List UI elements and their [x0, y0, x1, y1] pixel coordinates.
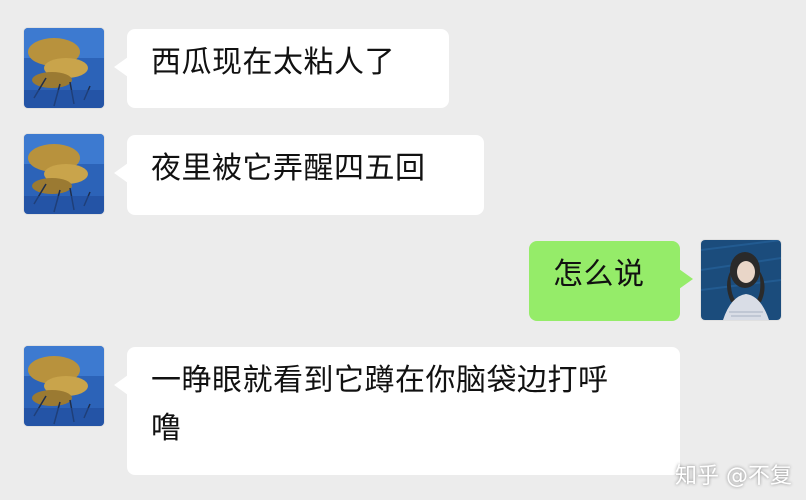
contact-avatar[interactable]: [24, 346, 104, 426]
lake-landscape-icon: [24, 134, 104, 214]
message-bubble-incoming[interactable]: 夜里被它弄醒四五回: [114, 135, 484, 215]
message-bubble-incoming[interactable]: 西瓜现在太粘人了: [114, 29, 449, 108]
watermark: 知乎 @不复: [675, 464, 792, 489]
chat-window: 西瓜现在太粘人了 夜里被它弄醒四五回 怎么说 一睁眼就看到它蹲在你脑袋边打呼 噜…: [0, 0, 806, 500]
contact-avatar[interactable]: [24, 134, 104, 214]
my-avatar[interactable]: [701, 240, 781, 320]
contact-avatar[interactable]: [24, 28, 104, 108]
lake-landscape-icon: [24, 346, 104, 426]
lake-landscape-icon: [24, 28, 104, 108]
message-bubble-incoming[interactable]: 一睁眼就看到它蹲在你脑袋边打呼 噜: [114, 347, 680, 475]
message-bubble-outgoing[interactable]: 怎么说: [529, 241, 693, 321]
girl-portrait-icon: [701, 240, 781, 320]
